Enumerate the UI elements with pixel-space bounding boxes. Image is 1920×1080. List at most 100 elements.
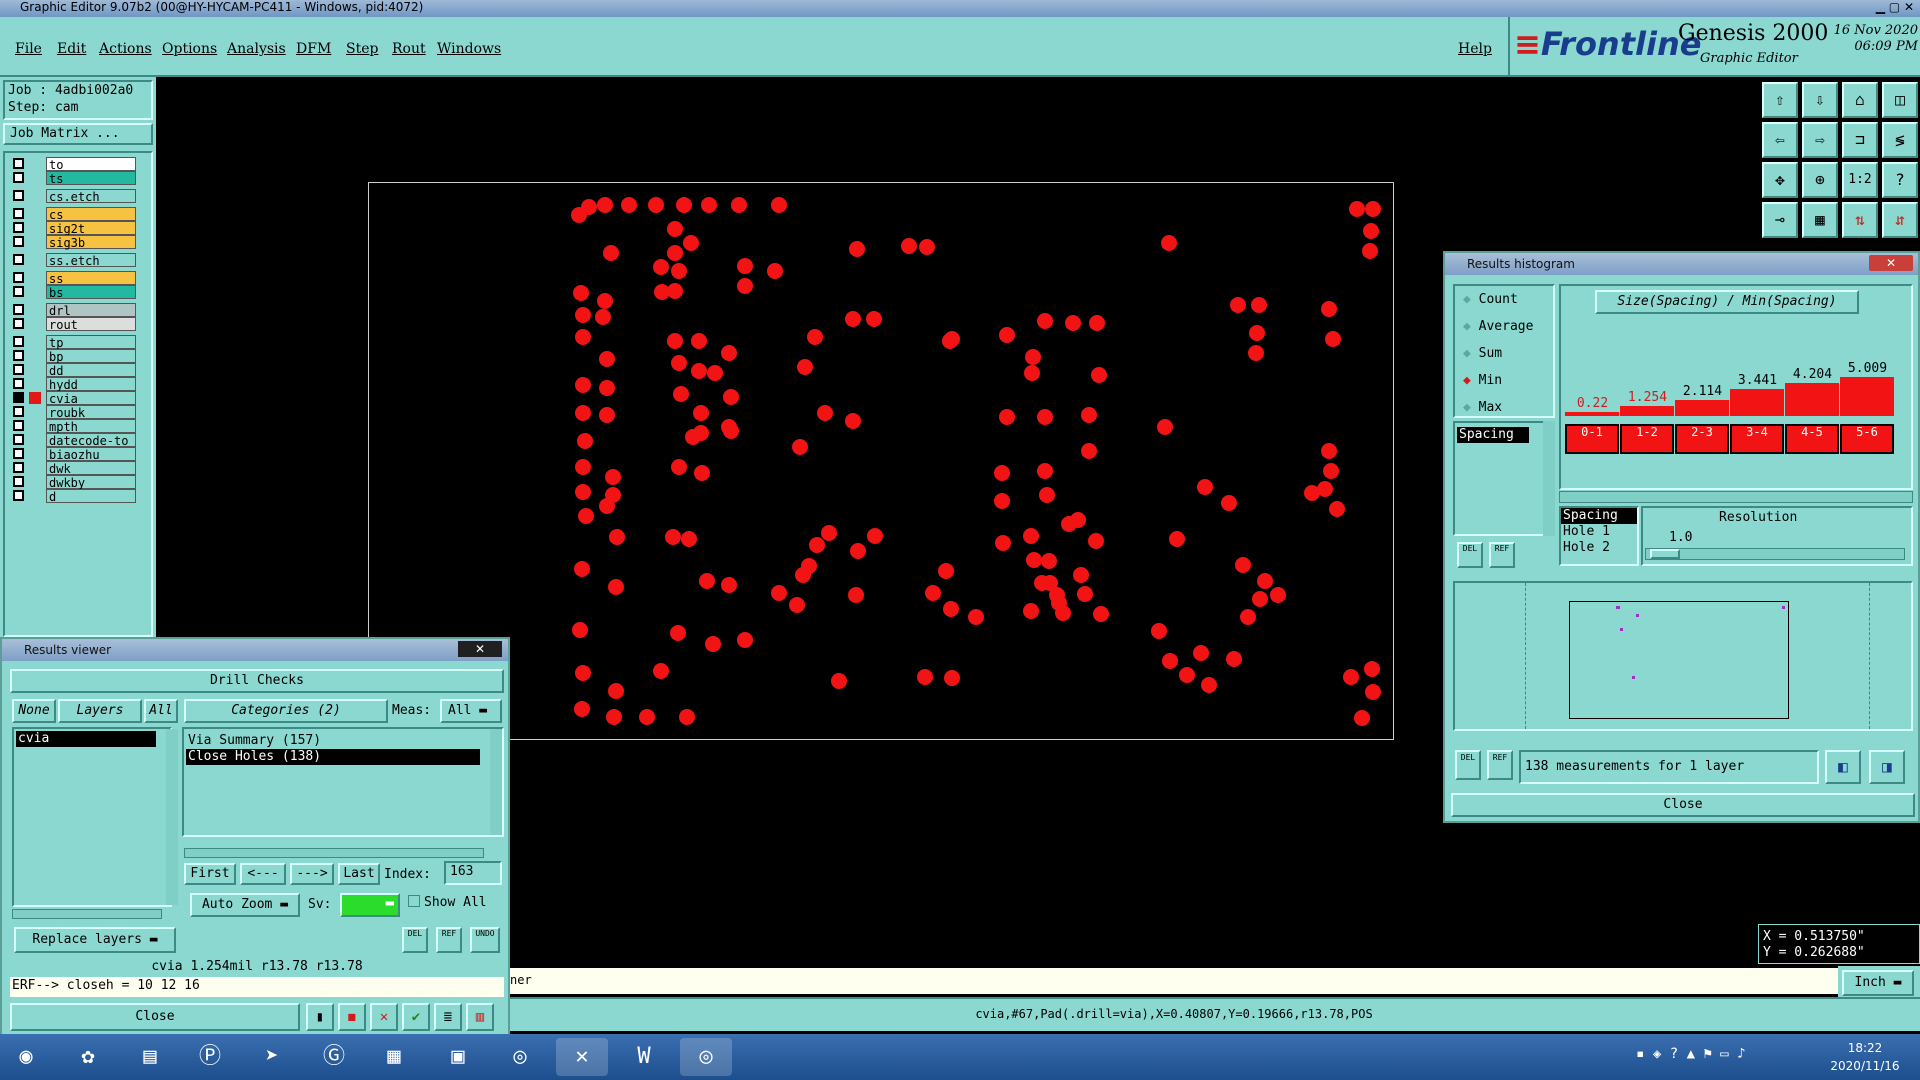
drill-hit[interactable]: [809, 537, 825, 553]
layer-checkbox[interactable]: [13, 172, 24, 183]
prev-button[interactable]: <---: [240, 863, 286, 885]
drill-hit[interactable]: [1025, 349, 1041, 365]
histogram-bin-label[interactable]: 2-3: [1675, 424, 1729, 454]
drill-hit[interactable]: [1024, 365, 1040, 381]
drill-hit[interactable]: [1193, 645, 1209, 661]
drill-hit[interactable]: [571, 207, 587, 223]
drill-hit[interactable]: [1023, 528, 1039, 544]
drill-hit[interactable]: [648, 197, 664, 213]
fit-screen-icon[interactable]: ✥: [1762, 162, 1798, 198]
layer-row-sig2t[interactable]: sig2t: [13, 221, 136, 236]
histogram-bar[interactable]: [1785, 383, 1839, 416]
drill-hit[interactable]: [771, 197, 787, 213]
layer-checkbox[interactable]: [13, 364, 24, 375]
histogram-bin-label[interactable]: 4-5: [1785, 424, 1839, 454]
none-button[interactable]: None: [12, 699, 56, 723]
drill-hit[interactable]: [919, 239, 935, 255]
drill-hit[interactable]: [572, 622, 588, 638]
category-item[interactable]: Via Summary (157): [188, 733, 321, 748]
drill-hit[interactable]: [1042, 575, 1058, 591]
drill-hit[interactable]: [621, 197, 637, 213]
histogram-bar[interactable]: [1565, 412, 1619, 416]
drill-hit[interactable]: [1089, 315, 1105, 331]
drill-hit[interactable]: [994, 465, 1010, 481]
results-ref-button[interactable]: REF: [436, 927, 462, 953]
drill-hit[interactable]: [1329, 501, 1345, 517]
move-down-icon[interactable]: ⇩: [1802, 82, 1838, 118]
drill-hit[interactable]: [599, 380, 615, 396]
layer-checkbox[interactable]: [13, 406, 24, 417]
drill-hit[interactable]: [608, 683, 624, 699]
drill-hit[interactable]: [597, 293, 613, 309]
preview-board[interactable]: [1569, 601, 1789, 719]
drill-hit[interactable]: [665, 529, 681, 545]
drill-hit[interactable]: [595, 309, 611, 325]
histogram-bin-label[interactable]: 3-4: [1730, 424, 1784, 454]
drill-hit[interactable]: [575, 665, 591, 681]
layers-button[interactable]: Layers: [58, 699, 142, 723]
drill-hit[interactable]: [866, 311, 882, 327]
show-all-checkbox[interactable]: [408, 895, 420, 907]
sv-color-dropdown[interactable]: ▬: [340, 893, 400, 917]
drill-hit[interactable]: [676, 197, 692, 213]
start-button[interactable]: ◉: [2, 1038, 50, 1076]
layer-checkbox[interactable]: [13, 392, 24, 403]
drill-hit[interactable]: [1240, 609, 1256, 625]
menu-file[interactable]: File: [15, 41, 42, 57]
layer-checkbox[interactable]: [13, 378, 24, 389]
drill-hit[interactable]: [767, 263, 783, 279]
window-controls[interactable]: ▁ ▢ ✕: [1820, 0, 1920, 15]
drill-hit[interactable]: [1197, 479, 1213, 495]
drill-hit[interactable]: [670, 625, 686, 641]
histogram-bar[interactable]: [1730, 389, 1784, 416]
drill-hit[interactable]: [1321, 301, 1337, 317]
drill-hit[interactable]: [845, 311, 861, 327]
zoom-home-icon[interactable]: ⇧: [1762, 82, 1798, 118]
drill-hit[interactable]: [925, 585, 941, 601]
layer-row-roubk[interactable]: roubk: [13, 405, 136, 420]
layer-checkbox[interactable]: [13, 336, 24, 347]
tray-clock[interactable]: 18:22 2020/11/16: [1820, 1039, 1910, 1075]
drill-hit[interactable]: [575, 329, 591, 345]
drill-hit[interactable]: [944, 670, 960, 686]
categories-button[interactable]: Categories (2): [184, 699, 388, 723]
resolution-item[interactable]: Hole 1: [1561, 524, 1637, 540]
layer-row-mpth[interactable]: mpth: [13, 419, 136, 434]
layer-checkbox[interactable]: [13, 462, 24, 473]
drill-hit[interactable]: [1039, 487, 1055, 503]
menu-step[interactable]: Step: [346, 41, 378, 57]
preview-ref-button[interactable]: REF: [1487, 750, 1513, 780]
drill-hit[interactable]: [1077, 586, 1093, 602]
drill-hit[interactable]: [603, 245, 619, 261]
menu-edit[interactable]: Edit: [57, 41, 86, 57]
layer-checkbox[interactable]: [13, 490, 24, 501]
taskbar-app-save-icon[interactable]: ▣: [432, 1038, 484, 1076]
layer-row-sig3b[interactable]: sig3b: [13, 235, 136, 250]
drill-hit[interactable]: [1257, 573, 1273, 589]
check-icon[interactable]: ✔: [402, 1003, 430, 1031]
drill-hit[interactable]: [1093, 606, 1109, 622]
drill-hit[interactable]: [639, 709, 655, 725]
mode-radio-average[interactable]: ◆ Average: [1463, 319, 1533, 334]
drill-hit[interactable]: [1248, 345, 1264, 361]
drill-hit[interactable]: [693, 425, 709, 441]
histogram-bar[interactable]: [1675, 399, 1729, 416]
system-tray-icons[interactable]: ▪ ◈ ? ▲ ⚑ ▭ ♪: [1636, 1046, 1746, 1062]
drill-hit[interactable]: [1081, 407, 1097, 423]
drill-hit[interactable]: [606, 709, 622, 725]
category-item-selected[interactable]: Close Holes (138): [186, 749, 480, 765]
taskbar-app-g-icon[interactable]: Ⓖ: [308, 1038, 360, 1076]
drill-hit[interactable]: [1251, 297, 1267, 313]
results-del-button[interactable]: DEL: [402, 927, 428, 953]
drill-hit[interactable]: [577, 433, 593, 449]
first-button[interactable]: First: [184, 863, 236, 885]
drill-hit[interactable]: [707, 365, 723, 381]
layer-checkbox[interactable]: [13, 158, 24, 169]
drill-hit[interactable]: [575, 377, 591, 393]
drill-hit[interactable]: [574, 561, 590, 577]
units-dropdown[interactable]: Inch ▬: [1842, 970, 1914, 996]
drill-hit[interactable]: [1325, 331, 1341, 347]
drill-hit[interactable]: [1026, 552, 1042, 568]
drill-hit[interactable]: [1270, 587, 1286, 603]
layer-row-rout[interactable]: rout: [13, 317, 136, 332]
